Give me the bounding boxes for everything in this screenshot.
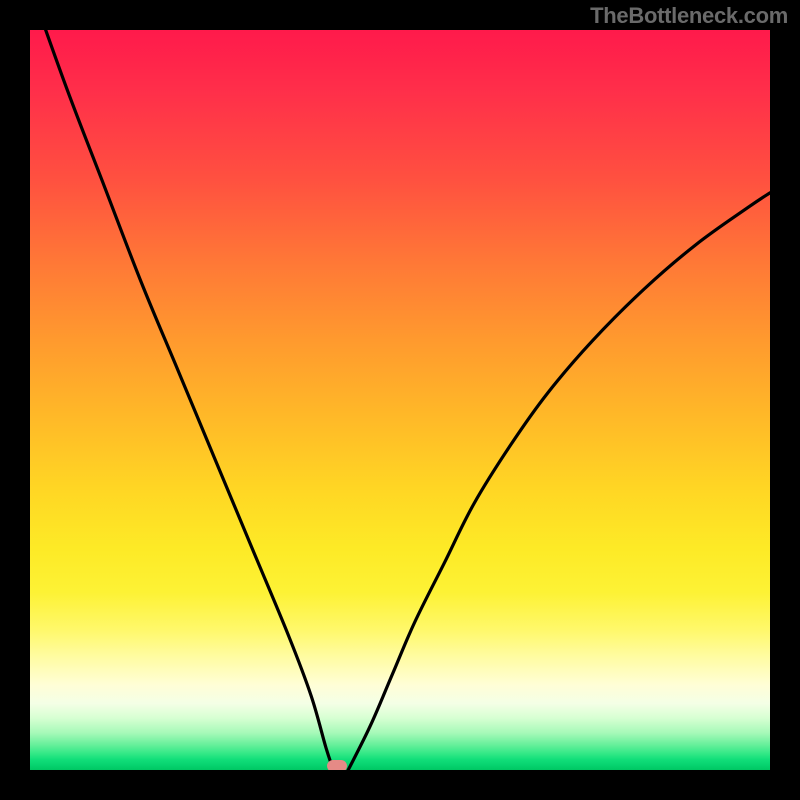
- curve-left-branch: [30, 30, 333, 770]
- bottleneck-curve: [30, 30, 770, 770]
- watermark-label: TheBottleneck.com: [590, 3, 788, 29]
- chart-frame: TheBottleneck.com: [0, 0, 800, 800]
- plot-area: [30, 30, 770, 770]
- curve-right-branch: [348, 193, 770, 770]
- minimum-marker: [327, 760, 347, 770]
